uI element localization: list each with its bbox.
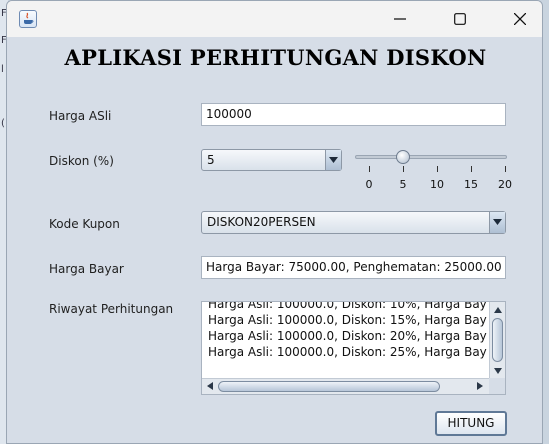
harga-asli-label: Harga ASli — [49, 109, 112, 123]
harga-asli-field[interactable]: 100000 — [201, 103, 506, 126]
riwayat-viewport[interactable]: Harga Asli: 100000.0, Diskon: 10%, Harga… — [202, 302, 487, 378]
slider-tick-label: 20 — [498, 178, 512, 191]
maximize-button[interactable] — [437, 1, 483, 37]
minimize-button[interactable] — [377, 1, 423, 37]
java-icon[interactable] — [19, 10, 37, 28]
harga-bayar-label: Harga Bayar — [49, 262, 124, 276]
horizontal-scroll-thumb[interactable] — [218, 381, 440, 392]
page-title: APLIKASI PERHITUNGAN DISKON — [64, 45, 487, 70]
slider-tick-label: 0 — [365, 178, 373, 191]
diskon-selected-value: 5 — [207, 153, 215, 167]
riwayat-textarea[interactable]: Harga Asli: 100000.0, Diskon: 10%, Harga… — [201, 301, 506, 395]
kode-kupon-label: Kode Kupon — [49, 217, 120, 231]
title-bar[interactable] — [7, 1, 542, 37]
minimize-icon — [394, 18, 406, 20]
close-icon — [514, 13, 526, 25]
diskon-dropdown[interactable]: 5 — [201, 149, 342, 171]
scroll-corner — [489, 378, 505, 394]
slider-track[interactable] — [355, 155, 507, 159]
slider-tick — [369, 166, 370, 172]
slider-tick — [471, 166, 472, 172]
history-line: Harga Asli: 100000.0, Diskon: 15%, Harga… — [208, 313, 487, 327]
slider-tick — [437, 166, 438, 172]
slider-tick-label: 5 — [399, 178, 407, 191]
scroll-right-icon[interactable] — [473, 379, 487, 393]
scroll-up-icon[interactable] — [491, 303, 505, 317]
slider-tick-label: 15 — [464, 178, 478, 191]
harga-bayar-field[interactable]: Harga Bayar: 75000.00, Penghematan: 2500… — [201, 256, 506, 279]
background-glyph: ( — [1, 118, 5, 129]
kode-kupon-dropdown[interactable]: DISKON20PERSEN — [201, 211, 506, 234]
hitung-button[interactable]: HITUNG — [435, 411, 507, 436]
maximize-icon — [454, 13, 466, 25]
close-button[interactable] — [497, 1, 542, 37]
slider-thumb[interactable] — [396, 150, 410, 164]
scroll-left-icon[interactable] — [203, 379, 217, 393]
history-line: Harga Asli: 100000.0, Diskon: 20%, Harga… — [208, 329, 487, 343]
app-window: APLIKASI PERHITUNGAN DISKON Harga ASli 1… — [6, 0, 543, 444]
vertical-scrollbar[interactable] — [489, 302, 505, 380]
slider-tick — [505, 166, 506, 172]
kode-kupon-selected-value: DISKON20PERSEN — [207, 215, 316, 229]
horizontal-scrollbar[interactable] — [202, 378, 489, 394]
scroll-down-icon[interactable] — [491, 364, 505, 378]
diskon-slider[interactable]: 0 5 10 15 20 — [353, 145, 512, 195]
history-line: Harga Asli: 100000.0, Diskon: 25%, Harga… — [208, 345, 487, 359]
riwayat-label: Riwayat Perhitungan — [49, 302, 174, 316]
slider-tick-label: 10 — [430, 178, 444, 191]
history-line: Harga Asli: 100000.0, Diskon: 10%, Harga… — [208, 302, 487, 311]
diskon-label: Diskon (%) — [49, 154, 114, 168]
chevron-down-icon[interactable] — [489, 212, 505, 233]
vertical-scroll-thumb[interactable] — [492, 318, 503, 362]
background-glyph: l — [1, 64, 4, 75]
slider-tick — [403, 166, 404, 172]
chevron-down-icon[interactable] — [325, 150, 341, 170]
